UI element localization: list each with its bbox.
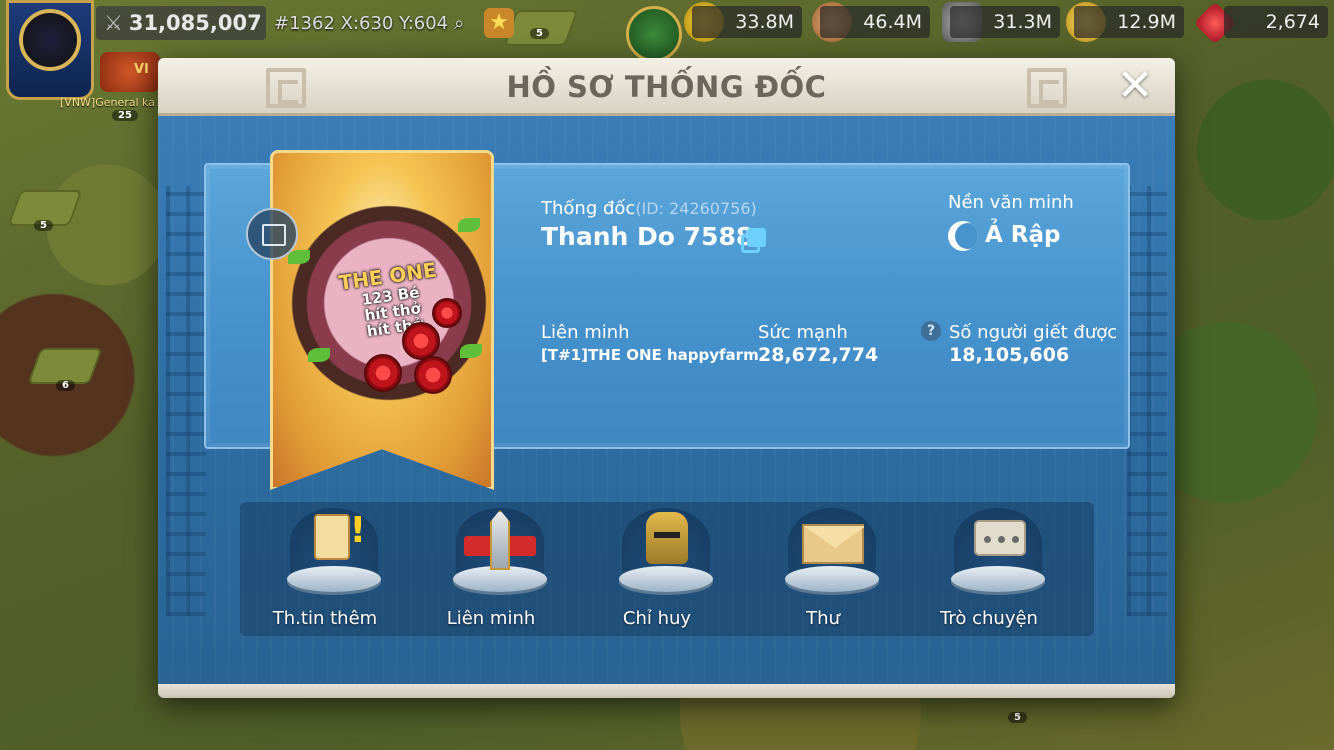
power-display[interactable]: ⚔ 31,085,007 [96,6,266,40]
chat-dot [984,536,991,543]
player-avatar[interactable] [6,0,94,100]
profile-action-bar: Th.tin thêm Liên minh Chỉ huy Thư [240,502,1094,636]
rose-icon [364,354,402,392]
rose-icon [414,356,452,394]
governor-label: Thống đốc [541,198,636,219]
map-tag: 5 [1008,712,1027,723]
power-value: 31,085,007 [128,11,262,35]
resource-stone[interactable]: 31.3M [950,6,1060,38]
alliance-label: Liên minh [541,322,630,343]
map-tag: 5 [34,220,53,231]
kills-value: 18,105,606 [949,344,1070,366]
resource-gold[interactable]: 12.9M [1074,6,1184,38]
icon-pedestal [287,566,381,592]
help-icon[interactable]: ? [921,321,941,341]
commander-button[interactable]: Chỉ huy [582,502,732,636]
dialog-title: HỒ SƠ THỐNG ĐỐC [506,70,827,104]
top-hud: ⚔ 31,085,007 #1362 X:630 Y:604 ⌕ VI [VNW… [0,0,1334,121]
player-level: 25 [112,110,138,121]
icon-pedestal [785,566,879,592]
greek-ornament-icon [266,68,306,108]
rose-icon [432,298,462,328]
greek-ornament-icon [1027,68,1067,108]
civilization-value: Ả Rập [985,222,1061,248]
power-value: 28,672,774 [758,344,879,366]
alliance-button[interactable]: Liên minh [416,502,566,636]
governor-label-row: Thống đốc(ID: 24260756) [541,198,757,219]
map-tag: 6 [56,380,75,391]
search-icon: ⌕ [454,12,465,34]
alliance-tag-label: [VNW]General ka [60,96,155,109]
location-search[interactable]: #1362 X:630 Y:604 ⌕ [274,6,464,40]
crescent-palm-icon [948,221,978,251]
sword-shield-icon [490,510,510,570]
chat-button-label: Trò chuyện [940,608,1038,629]
resource-gems[interactable]: 2,674 [1224,6,1328,38]
leaf-icon [288,250,310,264]
power-label: Sức mạnh [758,322,848,343]
alliance-value[interactable]: [T#1]THE ONE happyfarm [541,346,759,364]
leaf-icon [460,344,482,358]
governor-name: Thanh Do 7588 [541,222,754,251]
alliance-button-label: Liên minh [446,608,536,629]
resource-wood[interactable]: 46.4M [820,6,930,38]
quest-frog-icon[interactable] [626,6,682,62]
leaf-icon [458,218,480,232]
sword-icon: ⚔ [104,11,123,35]
change-avatar-button[interactable] [246,208,298,260]
vip-badge[interactable]: VI [100,52,160,92]
meander-border-left [166,186,206,616]
chat-dot [998,536,1005,543]
helmet-icon [646,512,688,564]
kills-label: Số người giết được [949,322,1118,343]
avatar-portrait [19,9,81,71]
dialog-title-bar: HỒ SƠ THỐNG ĐỐC ✕ [158,58,1175,116]
icon-pedestal [951,566,1045,592]
rose-icon [402,322,440,360]
bookmark-star-icon[interactable]: ★ [484,8,514,38]
scroll-icon [314,510,366,560]
governor-id: (ID: 24260756) [635,199,757,218]
leaf-icon [308,348,330,362]
more-info-button[interactable]: Th.tin thêm [250,502,400,636]
map-plot [27,348,103,384]
meander-border-right [1127,186,1167,616]
mail-button[interactable]: Thư [748,502,898,636]
commander-button-label: Chỉ huy [622,608,692,629]
chat-bubble-icon [974,520,1026,556]
mail-button-label: Thư [806,608,840,629]
more-info-label: Th.tin thêm [272,608,378,629]
civilization-label: Nền văn minh [948,192,1074,213]
letter-quill-icon [802,524,864,564]
vip-label: VI [134,62,149,77]
close-button[interactable]: ✕ [1113,64,1157,108]
chat-button[interactable]: Trò chuyện [914,502,1064,636]
chat-dot [1012,536,1019,543]
icon-pedestal [619,566,713,592]
dialog-bottom-bar [158,684,1175,698]
governor-profile-dialog: HỒ SƠ THỐNG ĐỐC ✕ THE ONE 123 Bé hít thở… [158,58,1175,698]
copy-icon[interactable] [741,228,766,253]
resource-corn[interactable]: 33.8M [692,6,802,38]
location-text: #1362 X:630 Y:604 [274,12,449,34]
